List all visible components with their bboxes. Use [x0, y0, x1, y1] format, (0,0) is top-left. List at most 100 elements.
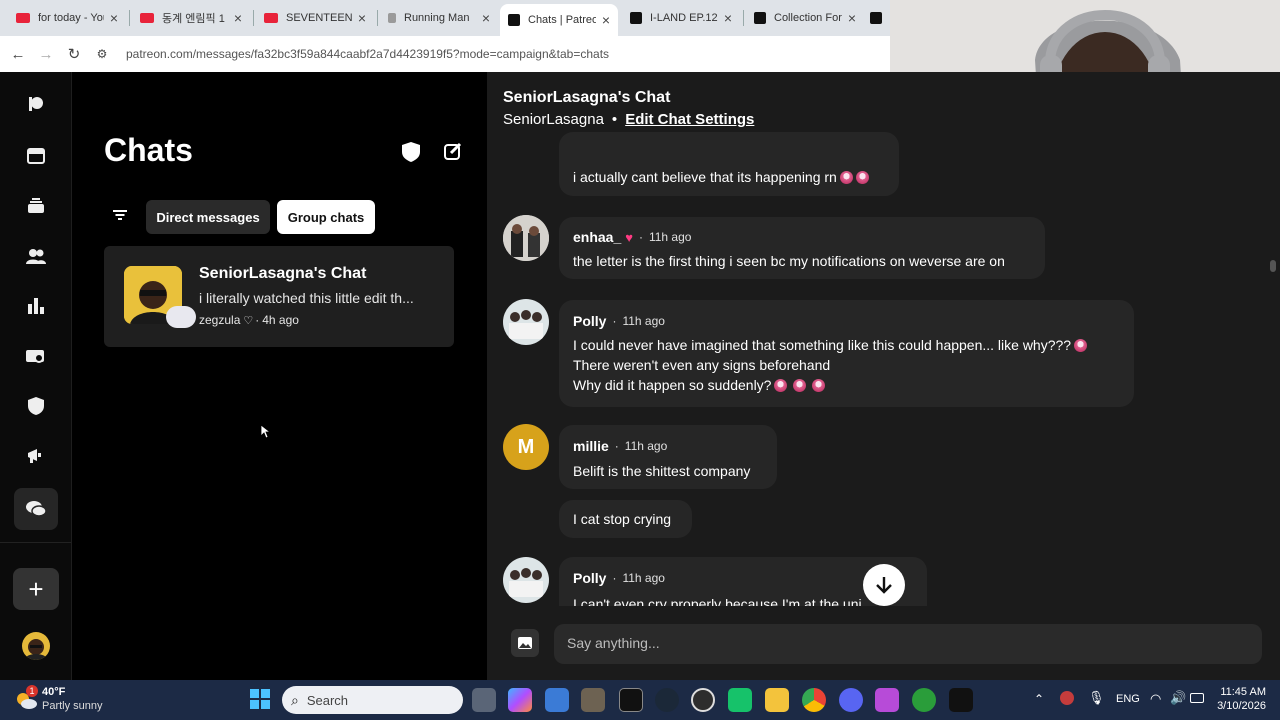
arrow-down-icon — [876, 577, 892, 594]
tiktok-icon[interactable] — [949, 688, 973, 712]
browser-tab[interactable]: 동계 엔림픽 1 × — [132, 4, 250, 32]
edit-chat-settings-link[interactable]: Edit Chat Settings — [625, 111, 754, 128]
message-bubble: enhaa_ ♥ · 11h ago the letter is the fir… — [559, 217, 1045, 279]
browser-tab-active[interactable]: Chats | Patreon × — [500, 4, 618, 36]
chats-icon[interactable] — [14, 488, 58, 530]
steam-icon[interactable] — [655, 688, 679, 712]
tab-title: Chats | Patreon — [528, 14, 596, 26]
url-field[interactable]: patreon.com/messages/fa32bc3f59a844caabf… — [126, 47, 609, 61]
message-bubble: Polly · 11h ago I could never have imagi… — [559, 300, 1134, 407]
close-tab-icon[interactable]: × — [848, 10, 856, 26]
store-icon[interactable] — [545, 688, 569, 712]
close-tab-icon[interactable]: × — [358, 10, 366, 26]
search-placeholder: Search — [306, 692, 349, 708]
compose-icon[interactable] — [444, 142, 464, 162]
photo-app-icon[interactable] — [875, 688, 899, 712]
avatar[interactable] — [503, 299, 549, 345]
battery-icon[interactable] — [1190, 693, 1204, 703]
promotions-icon[interactable] — [22, 442, 50, 470]
tab-title: Running Man — [404, 12, 470, 24]
clock-date[interactable]: 3/10/2026 — [1214, 700, 1266, 712]
message-author[interactable]: millie — [573, 438, 609, 454]
close-tab-icon[interactable]: × — [482, 10, 490, 26]
media-player-icon[interactable] — [691, 688, 715, 712]
epic-games-icon[interactable] — [619, 688, 643, 712]
avatar[interactable] — [503, 557, 549, 603]
browser-tab[interactable]: SEVENTEEN - × — [256, 4, 374, 32]
message-time: 11h ago — [622, 314, 665, 328]
composer-placeholder: Say anything... — [567, 635, 660, 651]
shield-icon[interactable] — [22, 392, 50, 420]
home-icon[interactable] — [22, 142, 50, 170]
weather-temp: 40°F — [42, 686, 66, 698]
message-time: 11h ago — [624, 439, 668, 453]
close-tab-icon[interactable]: × — [234, 10, 242, 26]
filter-icon[interactable] — [112, 208, 128, 227]
back-icon[interactable]: ← — [4, 46, 32, 63]
weather-icon[interactable]: 1 — [14, 685, 38, 712]
xbox-icon[interactable] — [912, 688, 936, 712]
chat-list-author: zegzula — [199, 313, 241, 327]
close-tab-icon[interactable]: × — [602, 12, 610, 28]
message-time: 11h ago — [622, 571, 665, 585]
emoji-icon — [793, 379, 807, 392]
scroll-to-bottom-button[interactable] — [863, 564, 905, 606]
microphone-icon[interactable]: 🎙 — [1088, 690, 1105, 706]
insights-icon[interactable] — [22, 292, 50, 320]
avatar[interactable] — [503, 215, 549, 261]
image-icon — [518, 637, 532, 649]
chevron-up-icon[interactable]: ⌃ — [1034, 692, 1044, 706]
clock-time[interactable]: 11:45 AM — [1214, 686, 1266, 698]
message-bubble: millie · 11h ago Belift is the shittest … — [559, 425, 777, 489]
patreon-logo-icon[interactable] — [22, 90, 50, 118]
browser-tab[interactable] — [866, 4, 890, 32]
wifi-icon[interactable]: ◠ — [1150, 691, 1161, 707]
file-explorer-icon[interactable] — [765, 688, 789, 712]
app-icon[interactable] — [581, 688, 605, 712]
payouts-icon[interactable] — [22, 342, 50, 370]
tab-title: I-LAND EP.12 — [650, 12, 718, 24]
tray-app-icon[interactable] — [1060, 691, 1074, 705]
chat-list-item[interactable]: SeniorLasagna's Chat i literally watched… — [104, 246, 454, 347]
group-chats-tab[interactable]: Group chats — [277, 200, 375, 234]
chat-header: SeniorLasagna's Chat SeniorLasagna • Edi… — [487, 72, 1280, 140]
direct-messages-tab[interactable]: Direct messages — [146, 200, 270, 234]
copilot-icon[interactable] — [508, 688, 532, 712]
youtube-icon — [264, 13, 278, 23]
library-icon[interactable] — [22, 192, 50, 220]
message-author[interactable]: Polly — [573, 313, 606, 329]
chrome-icon[interactable] — [802, 688, 826, 712]
message-author[interactable]: Polly — [573, 570, 606, 586]
task-view-icon[interactable] — [472, 688, 496, 712]
volume-icon[interactable]: 🔊 — [1170, 690, 1186, 706]
address-bar: ← → ↻ ⚙ patreon.com/messages/fa32bc3f59a… — [0, 36, 890, 72]
avatar[interactable]: M — [503, 424, 549, 470]
reload-icon[interactable]: ↻ — [60, 45, 88, 63]
browser-tab[interactable]: Running Man × — [380, 4, 498, 32]
message-author[interactable]: enhaa_ — [573, 229, 621, 245]
emoji-icon — [1074, 339, 1088, 352]
close-tab-icon[interactable]: × — [110, 10, 118, 26]
browser-tab[interactable]: I-LAND EP.12 × — [622, 4, 740, 32]
message-text: i actually cant believe that its happeni… — [573, 167, 869, 187]
browser-tab-bar: for today - You × 동계 엔림픽 1 × SEVENTEEN -… — [0, 0, 890, 36]
windows-start-icon[interactable] — [250, 689, 270, 709]
browser-tab[interactable]: for today - You × — [8, 4, 126, 32]
streaming-app-icon[interactable] — [728, 688, 752, 712]
browser-tab[interactable]: Collection For × — [746, 4, 864, 32]
user-avatar[interactable] — [22, 632, 50, 660]
emoji-icon — [839, 171, 853, 184]
close-tab-icon[interactable]: × — [724, 10, 732, 26]
taskbar-search[interactable]: ⌕ Search — [282, 686, 463, 714]
message-composer[interactable]: Say anything... — [554, 624, 1262, 664]
discord-icon[interactable] — [839, 688, 863, 712]
shield-icon[interactable] — [402, 142, 422, 162]
rail-divider — [0, 542, 71, 543]
language-indicator[interactable]: ENG — [1116, 693, 1140, 705]
create-button[interactable]: + — [13, 568, 59, 610]
forward-icon[interactable]: → — [32, 46, 60, 63]
members-icon[interactable] — [22, 242, 50, 270]
site-info-icon[interactable]: ⚙ — [88, 47, 116, 61]
scrollbar-thumb[interactable] — [1270, 260, 1276, 272]
attach-image-button[interactable] — [511, 629, 539, 657]
